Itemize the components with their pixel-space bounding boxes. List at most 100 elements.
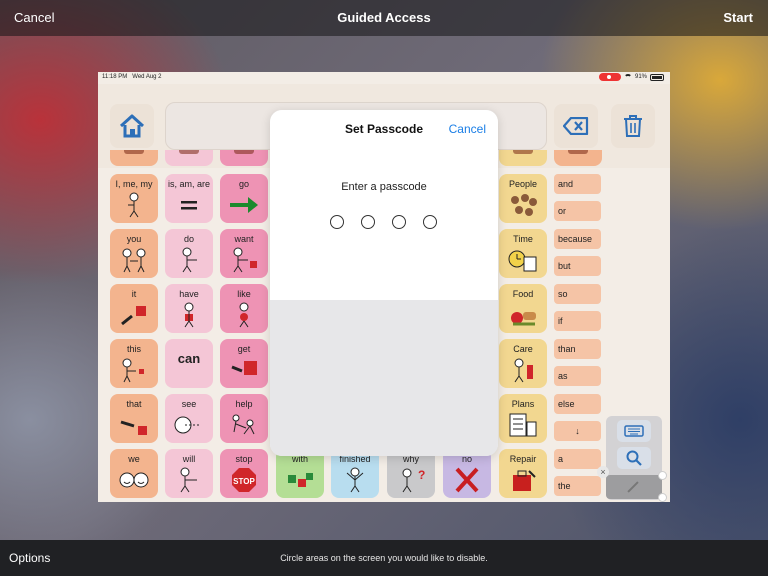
guided-access-bottom-bar: Options Circle areas on the screen you w… [0,540,768,576]
vocab-label: want [234,234,254,244]
category-cell[interactable]: Time [499,229,547,278]
tab-conjunctions[interactable] [554,150,602,166]
vocab-cell[interactable]: you [110,229,158,278]
passcode-dots [330,215,438,229]
person-reaching-icon [233,247,257,273]
vocab-cell[interactable]: finished [331,449,379,498]
disabled-area-button[interactable] [606,475,662,499]
passcode-prompt: Enter a passcode [341,181,427,193]
tab-nouns[interactable] [499,150,547,166]
hand-pointing-far-icon [120,420,147,435]
category-label: People [508,179,538,189]
vocab-label: it [131,289,137,299]
vocab-label: this [126,344,141,354]
word-button[interactable]: if [554,311,601,331]
backspace-button[interactable] [554,104,598,148]
arrow-down-icon: ↓ [575,426,580,436]
vocab-label: have [179,289,199,299]
arrow-down-button[interactable]: ↓ [554,421,601,441]
dialog-cancel-button[interactable]: Cancel [449,122,486,136]
tab-verbs-1[interactable] [165,150,213,166]
resize-handle[interactable] [658,493,667,502]
question-mark-text: ? [418,468,425,482]
vocab-cell[interactable]: do [165,229,213,278]
vocab-cell[interactable]: with [276,449,324,498]
vocab-cell[interactable]: get [220,339,268,388]
vocab-cell[interactable]: it [110,284,158,333]
eye-looking-icon [174,416,201,434]
vocab-cell[interactable]: that [110,394,158,443]
clear-button[interactable] [611,104,655,148]
close-icon[interactable]: × [597,466,609,478]
passcode-dialog-header: Set Passcode Cancel Enter a passcode [270,110,498,300]
person-future-icon [180,467,197,493]
screen-record-icon [598,73,621,81]
keyboard-button[interactable] [617,420,651,442]
vocab-cell[interactable]: no [443,449,491,498]
vocab-cell[interactable]: go [220,174,268,223]
two-faces-icon [119,472,149,488]
search-icon [626,450,642,466]
home-icon [119,114,145,138]
home-button[interactable] [110,104,154,148]
category-cell[interactable]: Plans [499,394,547,443]
vocab-label: that [126,399,142,409]
word-button[interactable]: else [554,394,601,414]
stop-sign-text: STOP [233,477,255,486]
vocab-cell[interactable]: I, me, my [110,174,158,223]
resize-handle[interactable] [658,471,667,480]
stop-sign-icon: STOP [232,468,256,492]
tab-verbs-2[interactable] [220,150,268,166]
green-arrow-icon [230,197,258,213]
vocab-cell[interactable]: will [165,449,213,498]
vocab-cell[interactable]: like [220,284,268,333]
guided-access-top-bar: Cancel Guided Access Start [0,0,768,36]
passcode-dot [361,215,375,229]
word-button[interactable]: the [554,476,601,496]
vocab-cell[interactable]: see [165,394,213,443]
vocab-label: you [126,234,142,244]
vocab-cell[interactable]: want [220,229,268,278]
category-label: Plans [511,399,535,409]
word-button[interactable]: and [554,174,601,194]
tab-pronouns[interactable] [110,150,158,166]
category-cell[interactable]: Repair [499,449,547,498]
vocab-cell[interactable]: stop STOP [220,449,268,498]
category-cell[interactable]: Care [499,339,547,388]
vocab-cell[interactable]: have [165,284,213,333]
passcode-dot [330,215,344,229]
keyboard-icon [624,425,644,437]
wifi-icon [623,74,632,80]
vocab-cell[interactable]: is, am, are [165,174,213,223]
red-x-icon [455,467,479,493]
word-button[interactable]: because [554,229,601,249]
person-holding-icon [184,302,194,328]
food-icon [511,312,536,326]
category-cell[interactable]: Food [499,284,547,333]
word-button[interactable]: so [554,284,601,304]
passcode-dot [423,215,437,229]
vocab-cell[interactable]: this [110,339,158,388]
vocab-label: I, me, my [115,179,153,189]
word-button[interactable]: or [554,201,601,221]
word-button[interactable]: a [554,449,601,469]
category-cell[interactable]: People [499,174,547,223]
vocab-label: can [177,351,201,366]
guided-access-start-button[interactable]: Start [723,10,753,25]
category-label: Food [512,289,534,299]
vocab-cell[interactable]: why ? [387,449,435,498]
vocab-cell[interactable]: help [220,394,268,443]
toolbox-icon [513,470,536,491]
vocab-cell[interactable]: can [165,339,213,388]
vocab-label: we [128,454,140,464]
search-button[interactable] [617,447,651,469]
person-arms-up-icon [346,467,364,493]
vocab-cell[interactable]: we [110,449,158,498]
word-button[interactable]: than [554,339,601,359]
keypad-area [270,300,498,456]
person-pointing-self-icon [128,192,139,218]
word-button[interactable]: as [554,366,601,386]
word-button[interactable]: but [554,256,601,276]
guided-access-hint: Circle areas on the screen you would lik… [280,553,488,563]
backspace-icon [563,117,589,135]
